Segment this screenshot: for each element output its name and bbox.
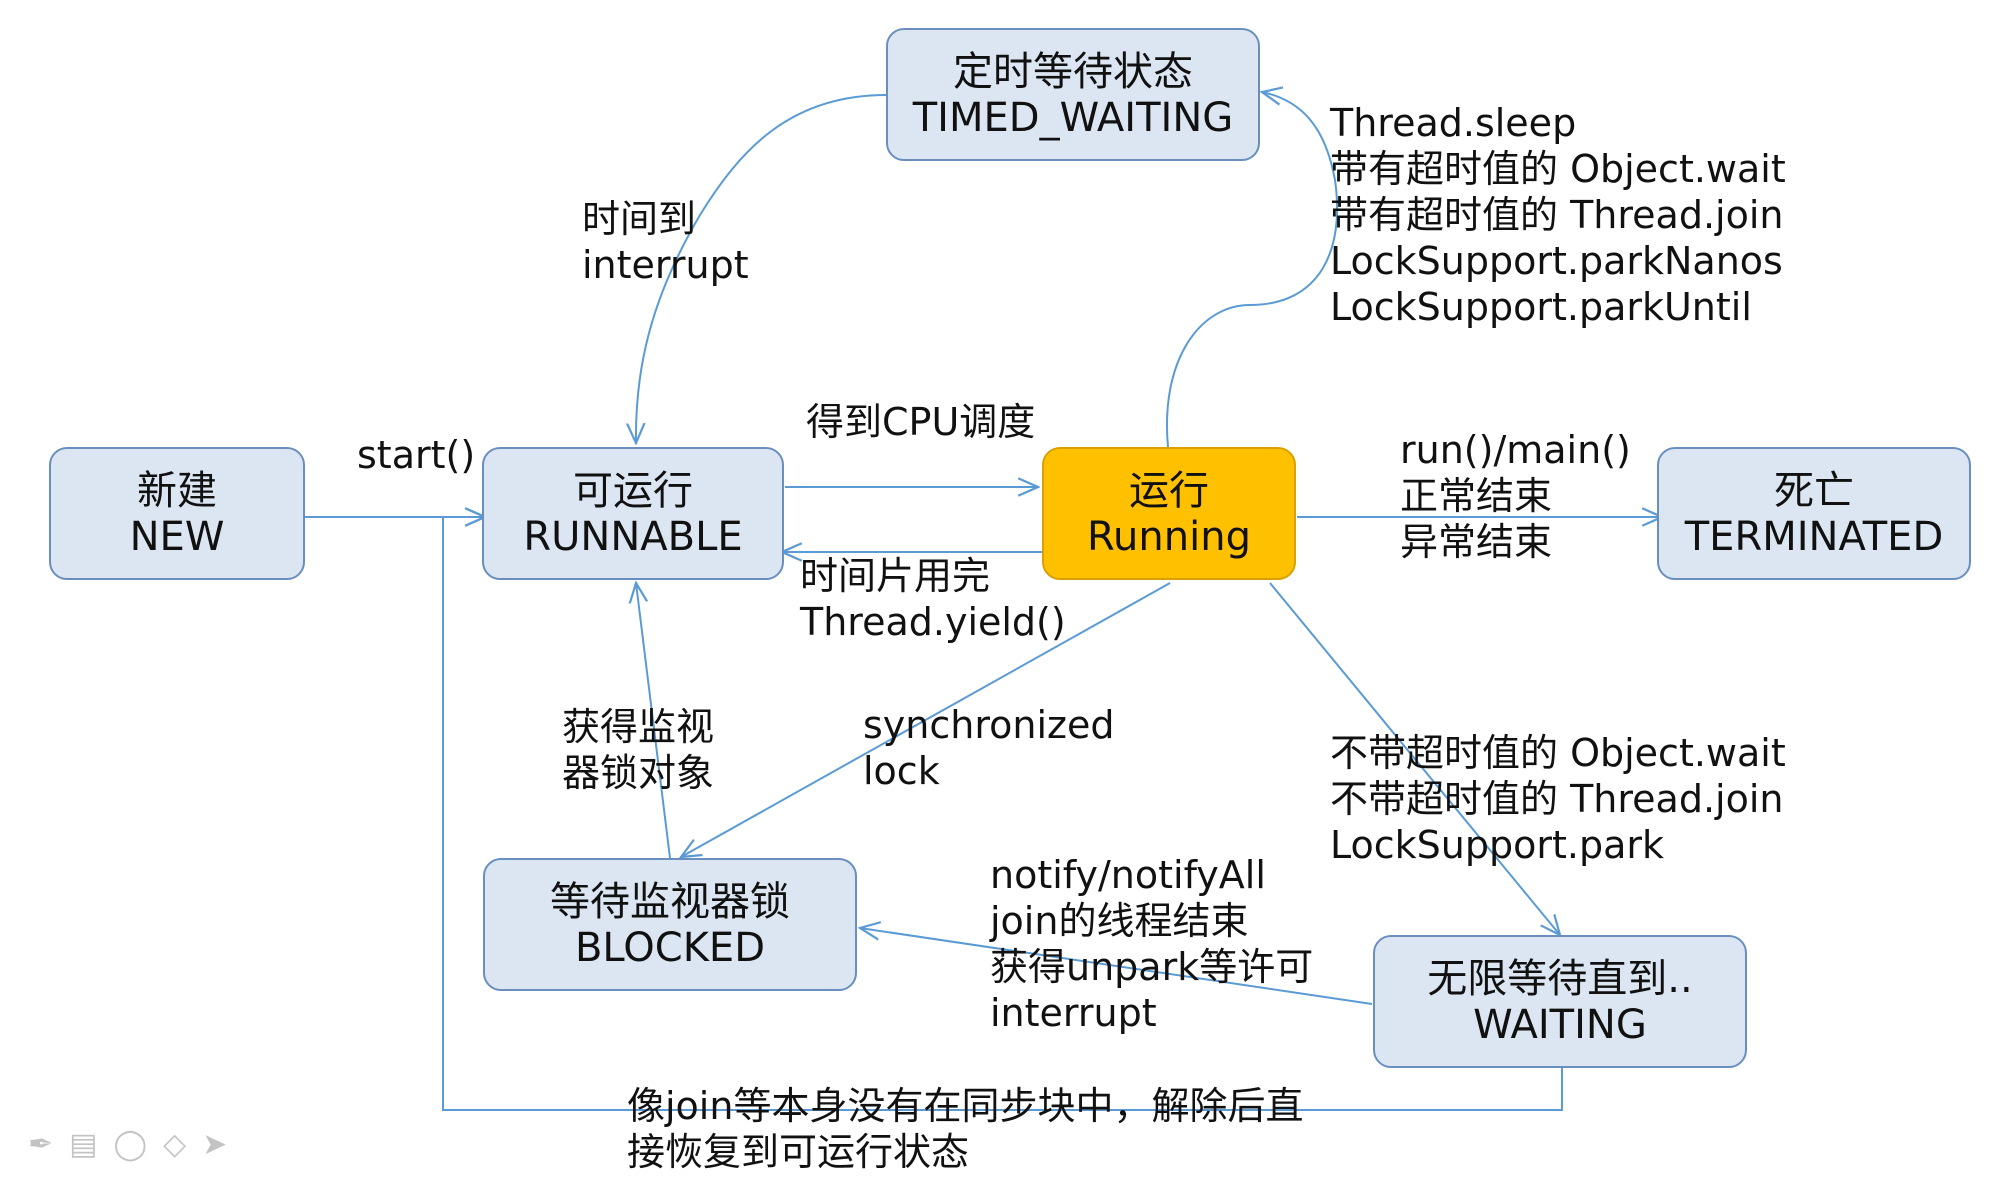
state-timed-waiting: 定时等待状态 TIMED_WAITING: [886, 28, 1260, 161]
label-wait-trigger: 不带超时值的 Thread.join: [1330, 777, 1784, 821]
state-running-line1: 运行: [1129, 467, 1209, 514]
state-waiting-line2: WAITING: [1473, 1001, 1647, 1048]
label-acquire-monitor: 获得监视 器锁对象: [562, 704, 714, 796]
label-finish: run()/main() 正常结束 异常结束: [1400, 427, 1631, 565]
label-wakeup: interrupt: [990, 991, 1157, 1035]
label-timed-out: 时间到 interrupt: [582, 196, 749, 288]
label-wakeup: join的线程结束: [990, 899, 1249, 943]
state-blocked: 等待监视器锁 BLOCKED: [483, 858, 857, 991]
label-timed-wait-trigger: LockSupport.parkNanos: [1330, 239, 1783, 283]
state-running: 运行 Running: [1042, 447, 1296, 580]
label-finish-line: run()/main(): [1400, 428, 1631, 472]
pen-icon[interactable]: ✒: [28, 1128, 53, 1162]
label-timed-wait-trigger: LockSupport.parkUntil: [1330, 285, 1752, 329]
eraser-icon[interactable]: ◇: [163, 1128, 186, 1162]
label-timed-out-line: 时间到: [582, 197, 697, 241]
label-wakeup: notify/notifyAll: [990, 853, 1266, 897]
state-terminated: 死亡 TERMINATED: [1657, 447, 1971, 580]
state-waiting: 无限等待直到.. WAITING: [1373, 935, 1747, 1068]
label-timed-out-line: interrupt: [582, 243, 749, 287]
label-timeslice-line: Thread.yield(): [800, 600, 1066, 644]
label-timed-wait-trigger: Thread.sleep: [1330, 101, 1577, 145]
label-acquire-monitor-line: 器锁对象: [562, 751, 715, 795]
label-timeslice-line: 时间片用完: [800, 554, 991, 598]
label-wait-triggers: 不带超时值的 Object.wait 不带超时值的 Thread.join Lo…: [1330, 730, 1786, 868]
label-wakeup: 获得unpark等许可: [990, 945, 1314, 989]
slide-toolbar: ✒ ▤ ◯ ◇ ➤: [28, 1128, 227, 1162]
label-direct-resume-line: 像join等本身没有在同步块中，解除后直: [627, 1084, 1304, 1128]
state-running-line2: Running: [1087, 513, 1251, 560]
label-wakeups: notify/notifyAll join的线程结束 获得unpark等许可 i…: [990, 852, 1313, 1036]
label-timed-wait-trigger: 带有超时值的 Object.wait: [1330, 147, 1786, 191]
label-timed-wait-trigger: 带有超时值的 Thread.join: [1330, 193, 1784, 237]
label-timeslice: 时间片用完 Thread.yield(): [800, 553, 1066, 645]
label-direct-resume-line: 接恢复到可运行状态: [627, 1130, 970, 1174]
state-runnable-line1: 可运行: [573, 467, 693, 514]
state-new: 新建 NEW: [49, 447, 305, 580]
label-finish-line: 正常结束: [1400, 474, 1553, 518]
note-icon[interactable]: ▤: [69, 1128, 97, 1162]
label-timed-wait-triggers: Thread.sleep 带有超时值的 Object.wait 带有超时值的 T…: [1330, 100, 1786, 330]
state-waiting-line1: 无限等待直到..: [1427, 955, 1693, 1002]
label-acquire-monitor-line: 获得监视: [562, 705, 715, 749]
state-terminated-line1: 死亡: [1774, 467, 1854, 514]
label-sync-lock-line: synchronized: [863, 703, 1115, 747]
state-new-line1: 新建: [137, 467, 217, 514]
label-sync-lock-line: lock: [863, 749, 940, 793]
state-timed-waiting-line1: 定时等待状态: [953, 48, 1193, 95]
state-runnable: 可运行 RUNNABLE: [482, 447, 784, 580]
label-cpu-scheduled: 得到CPU调度: [806, 400, 1036, 444]
state-terminated-line2: TERMINATED: [1684, 513, 1944, 560]
label-finish-line: 异常结束: [1400, 520, 1553, 564]
state-runnable-line2: RUNNABLE: [523, 513, 743, 560]
state-new-line2: NEW: [129, 513, 225, 560]
pointer-icon[interactable]: ➤: [202, 1128, 227, 1162]
label-wait-trigger: LockSupport.park: [1330, 823, 1664, 867]
state-timed-waiting-line2: TIMED_WAITING: [912, 94, 1234, 141]
label-wait-trigger: 不带超时值的 Object.wait: [1330, 731, 1786, 775]
label-direct-resume: 像join等本身没有在同步块中，解除后直 接恢复到可运行状态: [627, 1083, 1303, 1175]
state-blocked-line1: 等待监视器锁: [550, 878, 790, 925]
shape-icon[interactable]: ◯: [114, 1128, 148, 1162]
label-sync-lock: synchronized lock: [863, 702, 1114, 794]
label-start: start(): [357, 433, 476, 477]
state-blocked-line2: BLOCKED: [574, 924, 766, 971]
